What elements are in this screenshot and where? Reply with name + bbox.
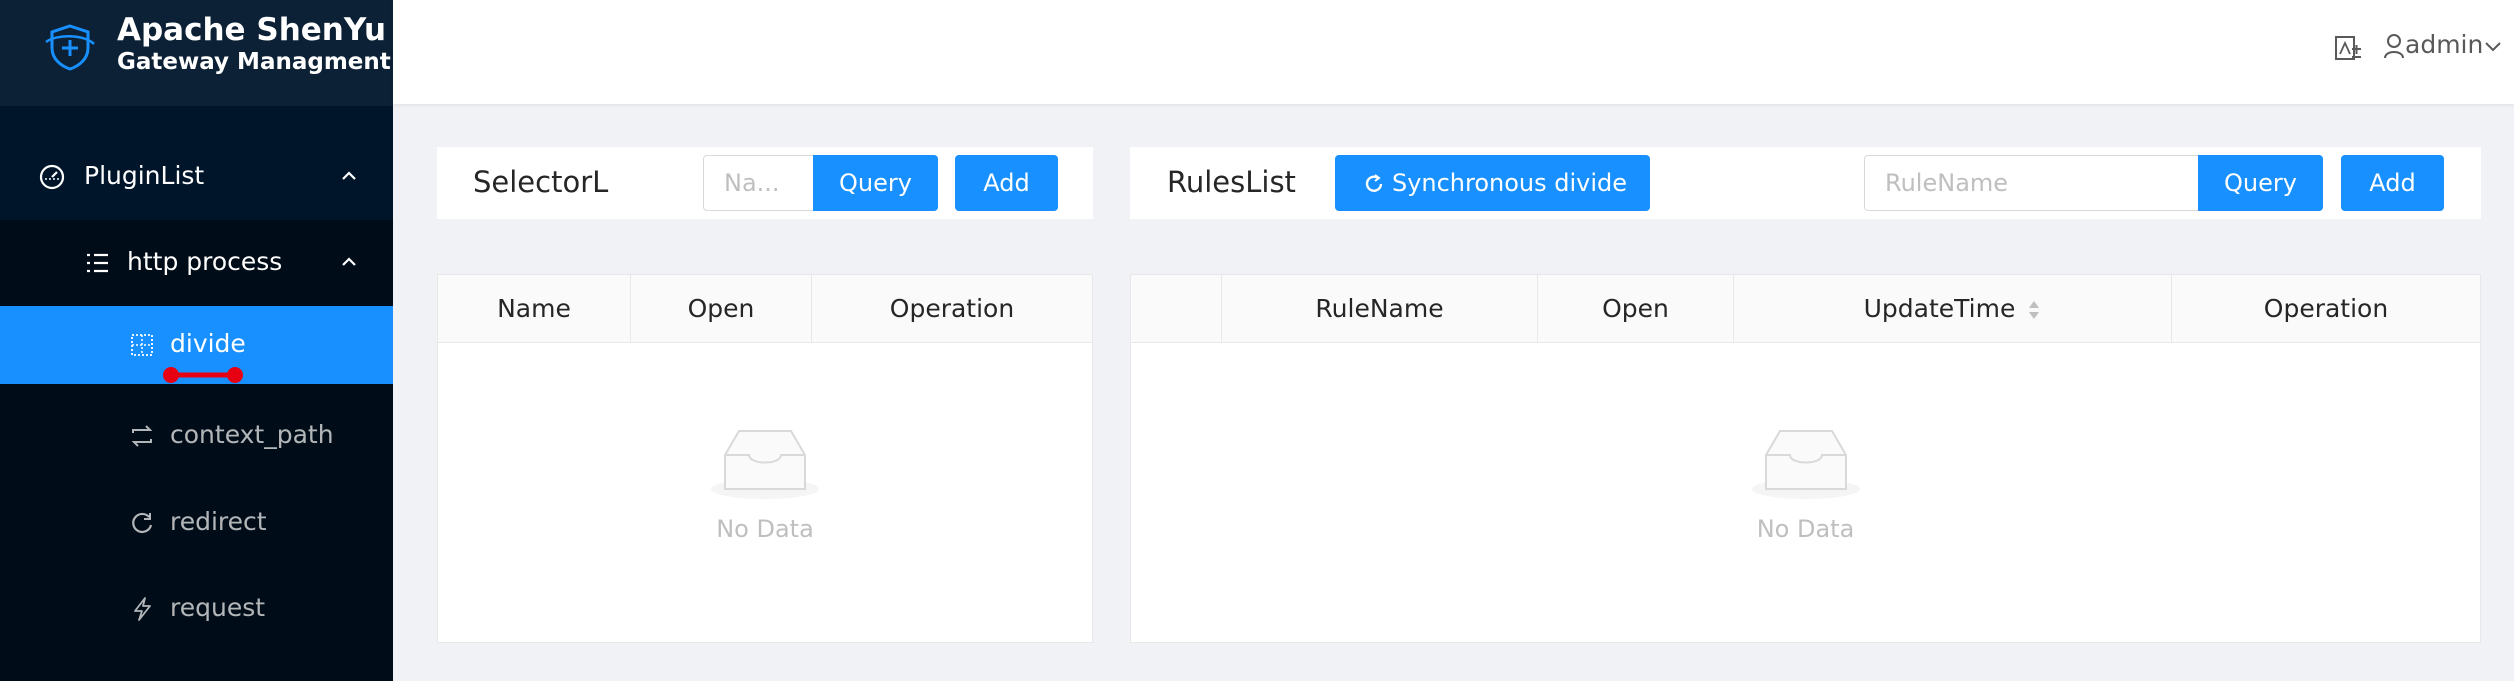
- rules-toolbar: RulesList Synchronous divide Query Add: [1130, 147, 2481, 219]
- empty-inbox-icon: [1751, 430, 1860, 499]
- selector-table: Name Open Operation No Data: [437, 274, 1093, 643]
- rules-add-button[interactable]: Add: [2341, 155, 2444, 211]
- brand-logo[interactable]: Apache ShenYu Gateway Managment: [0, 0, 393, 106]
- menu-item-divide-label: divide: [170, 329, 246, 358]
- selector-empty-text: No Data: [716, 515, 814, 543]
- rules-empty-state: No Data: [1131, 425, 2480, 543]
- rules-title: RulesList: [1167, 165, 1296, 199]
- menu-item-redirect-label: redirect: [170, 507, 267, 536]
- synchronous-divide-button[interactable]: Synchronous divide: [1335, 155, 1650, 211]
- selector-toolbar: SelectorL Query Add: [437, 147, 1093, 219]
- menu-item-redirect[interactable]: redirect: [0, 480, 393, 566]
- column-header-selection: [1131, 275, 1222, 343]
- chevron-up-icon: [342, 257, 356, 266]
- sidebar: Apache ShenYu Gateway Managment PluginLi…: [0, 0, 393, 681]
- chevron-down-icon: [2485, 42, 2502, 52]
- selector-add-button[interactable]: Add: [955, 155, 1058, 211]
- menu-item-context-path-label: context_path: [170, 420, 334, 449]
- empty-inbox-icon: [711, 430, 819, 499]
- sync-icon: [1365, 174, 1383, 192]
- user-icon: [2384, 34, 2404, 59]
- user-menu[interactable]: admin: [2383, 30, 2503, 66]
- sort-icon[interactable]: [2027, 298, 2041, 322]
- brand-title: Apache ShenYu: [117, 12, 387, 48]
- brand-subtitle: Gateway Managment: [117, 49, 391, 75]
- redo-icon: [132, 512, 153, 534]
- shenyu-logo-icon: [45, 24, 95, 71]
- rules-query-button[interactable]: Query: [2198, 155, 2323, 211]
- column-header-operation: Operation: [889, 294, 1015, 323]
- rule-name-search-input[interactable]: [1864, 155, 2200, 211]
- menu-http-process-label: http process: [127, 247, 283, 276]
- menu-pluginlist-label: PluginList: [84, 161, 205, 190]
- top-header: admin: [393, 0, 2514, 104]
- menu-item-request-label: request: [170, 593, 266, 622]
- column-header-open: Open: [1538, 275, 1734, 343]
- column-header-updatetime-label: UpdateTime: [1863, 294, 2016, 323]
- synchronous-divide-label: Synchronous divide: [1391, 169, 1628, 197]
- chevron-up-icon: [342, 171, 356, 180]
- menu-pluginlist[interactable]: PluginList: [0, 134, 393, 220]
- selector-table-header: Name Open Operation: [438, 275, 1092, 343]
- divide-icon: [131, 334, 153, 356]
- dashboard-icon: [39, 164, 65, 190]
- column-header-operation: Operation: [2263, 294, 2389, 323]
- cursor-drag-marker: [163, 367, 243, 383]
- menu-item-context-path[interactable]: context_path: [0, 393, 393, 479]
- rules-table-header: RuleName Open UpdateTime Operation: [1131, 275, 2480, 343]
- menu-item-request[interactable]: request: [0, 566, 393, 652]
- rules-empty-text: No Data: [1756, 515, 1855, 543]
- column-header-name: Name: [438, 275, 631, 343]
- column-header-rulename: RuleName: [1222, 275, 1538, 343]
- menu-http-process[interactable]: http process: [0, 220, 393, 306]
- selector-empty-state: No Data: [438, 425, 1092, 543]
- user-name: admin: [2405, 30, 2484, 59]
- selector-search-input[interactable]: [703, 155, 814, 211]
- swap-icon: [131, 425, 153, 447]
- rules-table: RuleName Open UpdateTime Operation No Da…: [1130, 274, 2481, 643]
- list-icon: [87, 253, 108, 273]
- column-header-open: Open: [631, 275, 812, 343]
- column-header-updatetime[interactable]: UpdateTime: [1734, 275, 2172, 343]
- translate-icon[interactable]: [2333, 34, 2363, 64]
- selector-query-button[interactable]: Query: [813, 155, 938, 211]
- thunderbolt-icon: [134, 597, 151, 621]
- selector-title: SelectorL: [473, 165, 609, 199]
